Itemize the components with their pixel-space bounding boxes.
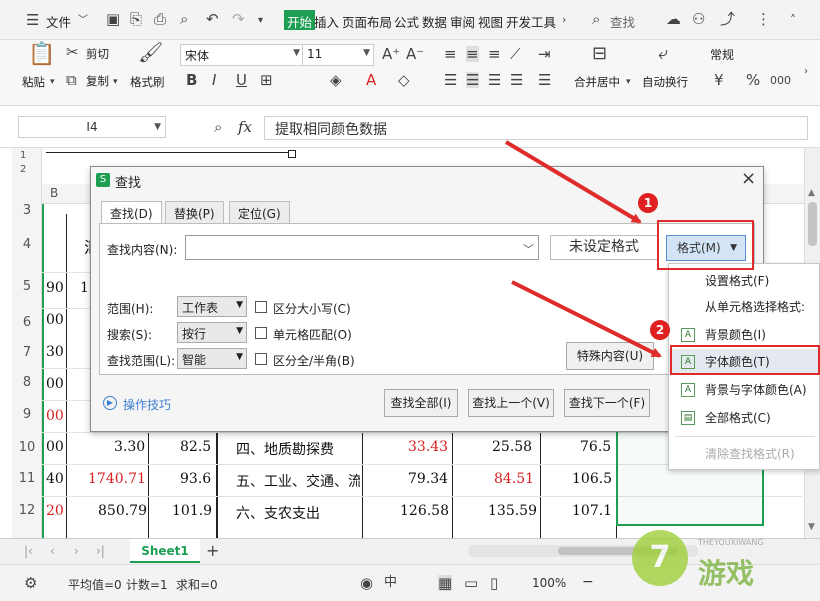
step-badge-1: 1 <box>638 193 658 213</box>
step-badge-2: 2 <box>650 320 670 340</box>
annotation-arrows <box>504 140 662 358</box>
watermark-text: 游戏 <box>698 557 755 590</box>
watermark-subtext: THEYOUXIWANG <box>698 538 764 547</box>
arrow-to-font-color <box>511 280 662 358</box>
site-watermark: 7 游戏 THEYOUXIWANG <box>626 522 816 598</box>
arrow-to-format-button <box>504 140 642 224</box>
watermark-logo-icon: 7 <box>632 530 688 586</box>
